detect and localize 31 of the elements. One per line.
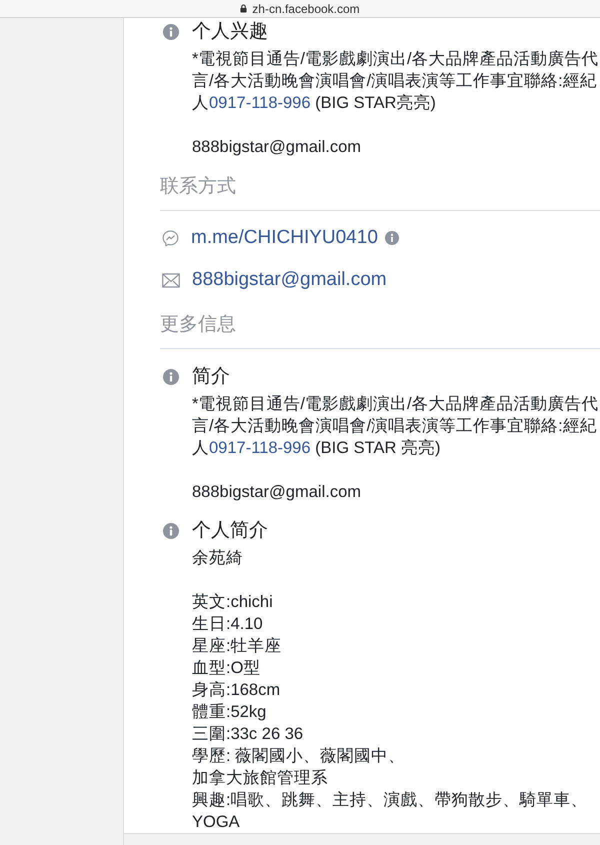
phone-link[interactable]: 0917-118-996 [209,439,311,457]
field-title: 个人简介 [192,519,268,543]
info-text: 加拿大旅館管理系 [192,768,329,789]
email-link[interactable]: 888bigstar@gmail.com [192,268,387,292]
lock-icon [240,4,248,13]
info-text: 三圍:33c 26 36 [192,724,304,745]
field-title: 个人兴趣 [192,20,268,44]
messenger-link[interactable]: m.me/CHICHIYU0410 [191,226,378,250]
info-text: 888bigstar@gmail.com [192,482,362,503]
info-text: 英文:chichi [192,592,274,613]
info-icon [163,24,179,40]
phone-link[interactable]: 0917-118-996 [209,94,311,112]
url-text[interactable]: zh-cn.facebook.com [252,2,360,16]
info-text: 星座:牡羊座 [192,636,283,657]
info-icon [163,369,179,385]
info-text: 余苑綺 [192,548,244,569]
info-text: *電視節目通告/電影戲劇演出/各大品牌產品活動廣告代言/各大活動晚會演唱會/演唱表演等工作事宜聯絡:經紀人0917-118-996 (BIG STAR亮亮) [192,49,600,114]
info-text: 學歷: 薇閣國小、薇閣國中、 [192,746,406,767]
info-text: 興趣:唱歌、跳舞、主持、演戲、帶狗散步、騎單車、YOGA [192,790,589,833]
info-text: 身高:168cm [192,680,282,701]
info-text: 血型:O型 [192,658,262,679]
info-text: 體重:52kg [192,702,268,723]
section-heading: 更多信息 [160,313,236,337]
info-icon [163,523,179,539]
field-title: 简介 [192,365,230,389]
section-heading: 联系方式 [160,175,236,199]
info-text: *電視節目通告/電影戲劇演出/各大品牌產品活動廣告代言/各大活動晚會演唱會/演唱表演等工作事宜聯絡:經紀人0917-118-996 (BIG STAR 亮亮) [192,394,600,459]
envelope-icon [162,272,180,288]
messenger-icon [162,230,179,246]
info-text: 生日:4.10 [192,614,264,635]
info-text: 888bigstar@gmail.com [192,137,362,158]
